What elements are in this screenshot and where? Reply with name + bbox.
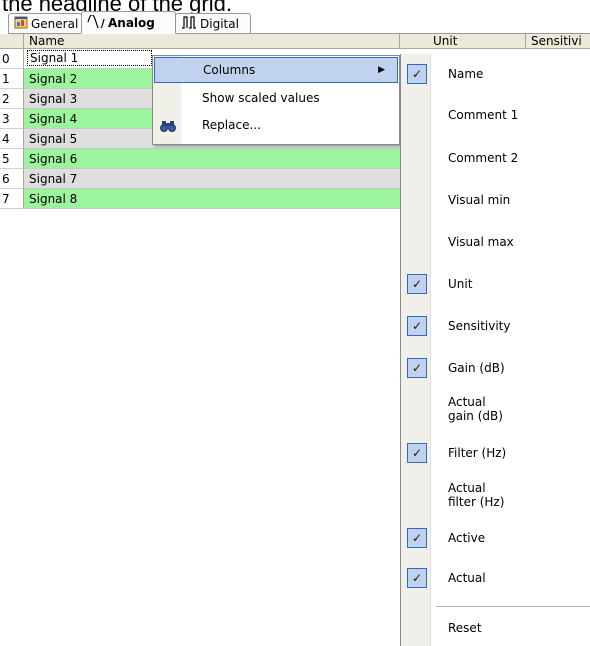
submenu-item-label: Unit — [448, 277, 473, 291]
submenu-item-label: Reset — [448, 621, 482, 635]
submenu-item-active[interactable]: ✓ Active — [401, 516, 590, 558]
general-icon — [14, 16, 28, 32]
row-index: 4 — [0, 129, 24, 149]
check-icon: ✓ — [407, 358, 427, 378]
row-index: 3 — [0, 109, 24, 129]
row-index: 1 — [0, 69, 24, 89]
submenu-item-gain[interactable]: ✓ Gain (dB) — [401, 348, 590, 390]
check-icon: ✓ — [407, 274, 427, 294]
submenu-item-label: Actual filter (Hz) — [448, 481, 505, 509]
submenu-item-actual-gain[interactable]: Actual gain (dB) — [401, 390, 590, 432]
submenu-item-comment-1[interactable]: Comment 1 — [401, 96, 590, 138]
analog-wave-icon — [87, 13, 105, 31]
submenu-item-name[interactable]: ✓ Name — [401, 54, 590, 96]
tab-general-label: General — [31, 16, 79, 31]
check-icon: ✓ — [407, 64, 427, 84]
column-header-sensitivity[interactable]: Sensitivi — [526, 34, 590, 48]
row-index: 2 — [0, 89, 24, 109]
grid-header: Name Unit Sensitivi — [24, 34, 590, 49]
row-index: 7 — [0, 189, 24, 209]
submenu-item-label: Sensitivity — [448, 319, 511, 333]
row-index: 6 — [0, 169, 24, 189]
tab-general[interactable]: General — [8, 13, 82, 33]
submenu-separator — [436, 606, 590, 607]
columns-submenu: ✓ Name Comment 1 Comment 2 Visual min Vi… — [400, 54, 590, 646]
submenu-item-label: Gain (dB) — [448, 361, 505, 375]
submenu-item-visual-min[interactable]: Visual min — [401, 180, 590, 222]
check-icon: ✓ — [407, 528, 427, 548]
row-name-editor[interactable]: Signal 1 — [27, 50, 152, 66]
submenu-item-label: Visual max — [448, 235, 514, 249]
menu-item-columns-label: Columns — [203, 63, 256, 77]
submenu-item-label: Actual gain (dB) — [448, 395, 503, 423]
submenu-item-unit[interactable]: ✓ Unit — [401, 264, 590, 306]
menu-item-show-scaled-label: Show scaled values — [202, 91, 320, 105]
submenu-item-label: Filter (Hz) — [448, 446, 507, 460]
grid-context-menu: Columns ▶ Show scaled values Replace... — [152, 55, 400, 145]
tab-analog[interactable]: Analog — [81, 11, 176, 34]
tab-analog-label: Analog — [108, 15, 155, 30]
submenu-item-visual-max[interactable]: Visual max — [401, 222, 590, 264]
submenu-item-label: Comment 1 — [448, 108, 519, 122]
submenu-item-actual[interactable]: ✓ Actual — [401, 558, 590, 600]
grid-corner — [0, 34, 24, 49]
menu-item-replace[interactable]: Replace... — [154, 113, 398, 139]
menu-item-show-scaled-values[interactable]: Show scaled values — [154, 86, 398, 112]
tab-strip: General Analog Digital — [8, 11, 590, 34]
submenu-item-sensitivity[interactable]: ✓ Sensitivity — [401, 306, 590, 348]
menu-item-replace-label: Replace... — [202, 118, 261, 132]
submenu-item-filter[interactable]: ✓ Filter (Hz) — [401, 432, 590, 474]
submenu-item-comment-2[interactable]: Comment 2 — [401, 138, 590, 180]
submenu-item-label: Actual — [448, 571, 486, 585]
check-icon: ✓ — [407, 443, 427, 463]
submenu-item-reset[interactable]: Reset — [401, 610, 590, 646]
submenu-item-actual-filter[interactable]: Actual filter (Hz) — [401, 474, 590, 516]
check-icon: ✓ — [407, 568, 427, 588]
column-header-name[interactable]: Name — [24, 34, 400, 48]
menu-item-columns[interactable]: Columns ▶ — [154, 57, 398, 83]
submenu-item-label: Name — [448, 67, 484, 81]
binoculars-icon — [160, 113, 176, 137]
check-icon: ✓ — [407, 316, 427, 336]
submenu-item-label: Active — [448, 531, 486, 545]
row-index: 0 — [0, 49, 24, 69]
submenu-item-label: Visual min — [448, 193, 511, 207]
tab-digital-label: Digital — [200, 16, 239, 31]
submenu-arrow-icon: ▶ — [378, 65, 385, 75]
digital-pulse-icon — [181, 15, 197, 32]
column-header-unit[interactable]: Unit — [428, 34, 526, 48]
row-index: 5 — [0, 149, 24, 169]
submenu-item-label: Comment 2 — [448, 151, 519, 165]
tab-digital[interactable]: Digital — [175, 13, 251, 33]
